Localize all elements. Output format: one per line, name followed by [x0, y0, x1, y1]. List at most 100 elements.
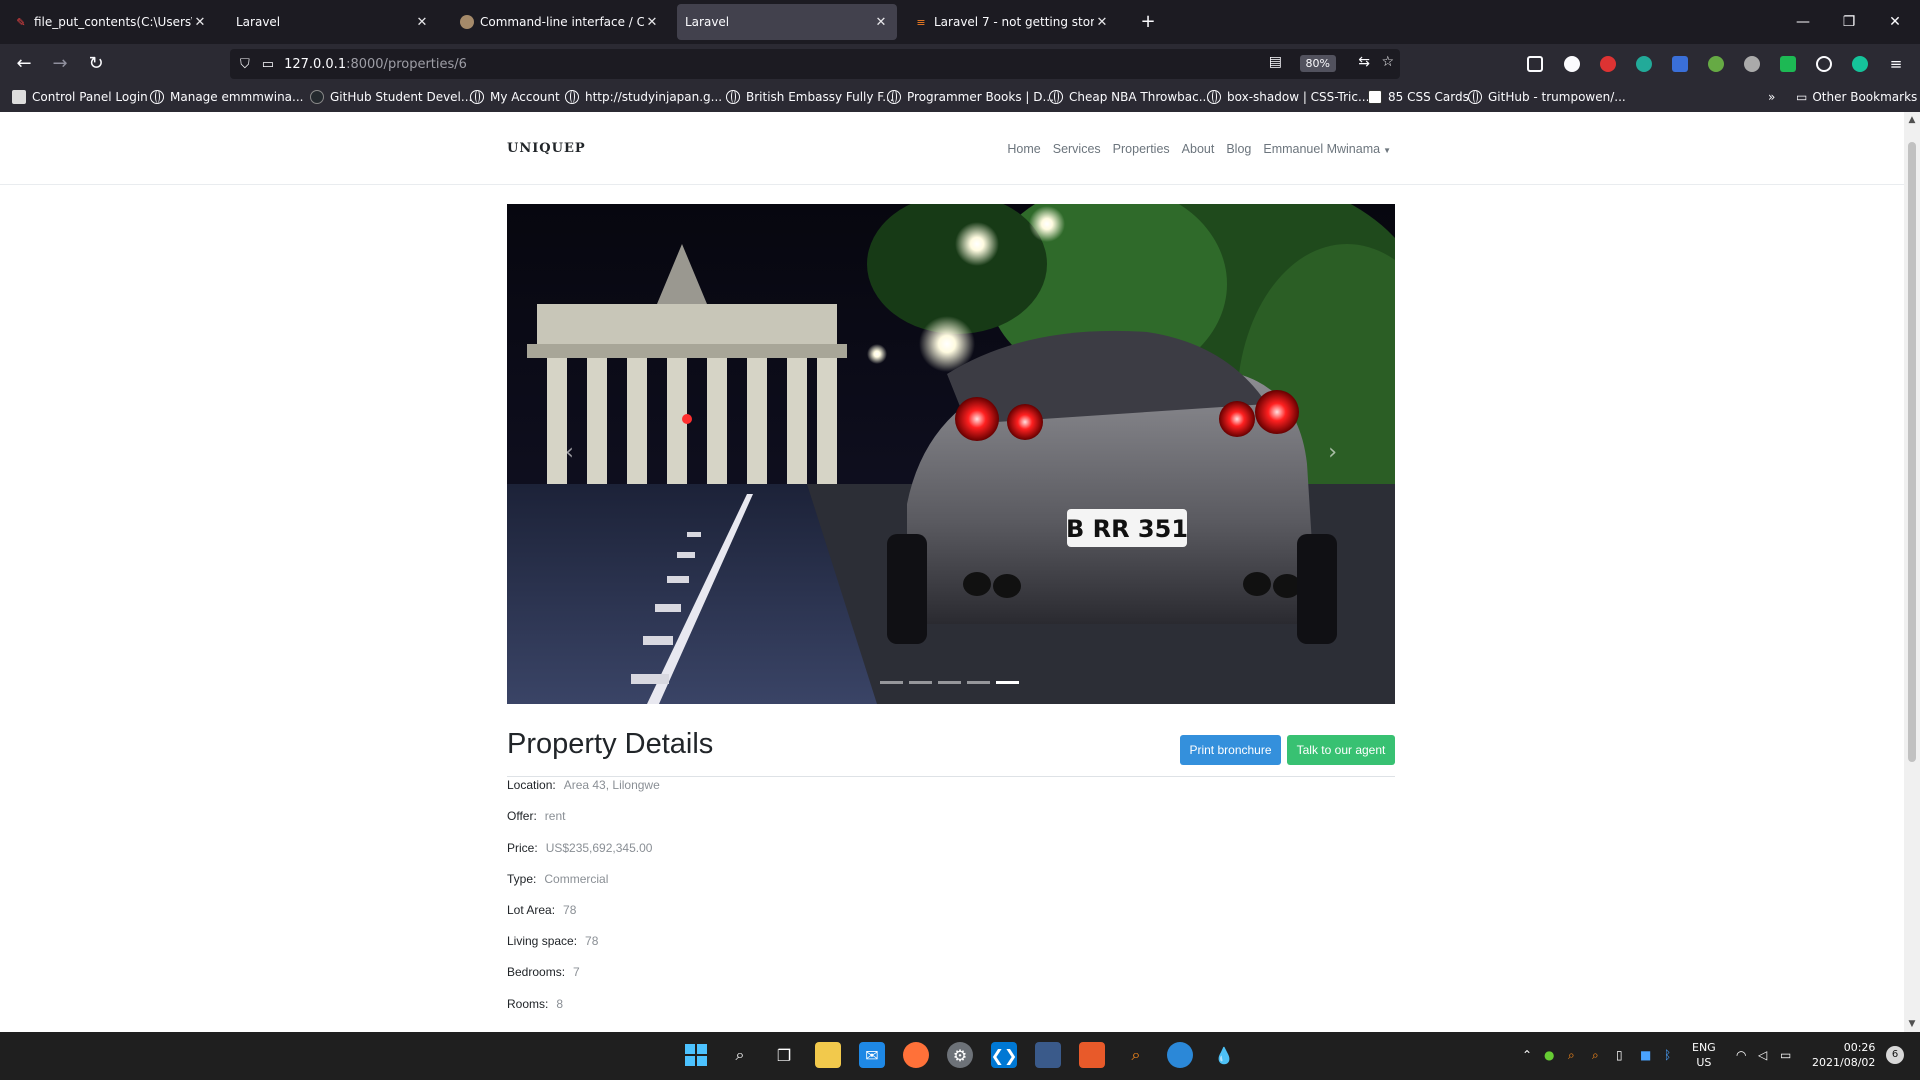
- bookmark-item[interactable]: http://studyinjapan.g...: [565, 90, 722, 104]
- droplet-icon[interactable]: 💧: [1211, 1042, 1237, 1068]
- bookmark-item[interactable]: My Account: [470, 90, 560, 104]
- close-icon[interactable]: ✕: [414, 15, 430, 30]
- close-icon[interactable]: ✕: [192, 15, 208, 30]
- nav-home[interactable]: Home: [1007, 142, 1040, 156]
- carousel-indicator[interactable]: [880, 681, 903, 684]
- mega-extension-icon[interactable]: [1564, 56, 1580, 72]
- nav-about[interactable]: About: [1182, 142, 1215, 156]
- carousel-prev-icon[interactable]: ‹: [565, 440, 574, 465]
- bookmarks-overflow-icon[interactable]: »: [1768, 90, 1775, 104]
- close-window-button[interactable]: ✕: [1872, 10, 1918, 34]
- bookmark-star-icon[interactable]: ☆: [1381, 54, 1394, 70]
- tray-search-icon[interactable]: ⌕: [1568, 1048, 1575, 1063]
- reader-view-icon[interactable]: ▤: [1269, 54, 1282, 70]
- bookmark-item[interactable]: Control Panel Login: [12, 90, 148, 104]
- scroll-down-icon[interactable]: ▼: [1904, 1016, 1920, 1032]
- battery-icon[interactable]: ▭: [1780, 1048, 1791, 1062]
- carousel-indicator[interactable]: [967, 681, 990, 684]
- edge-icon[interactable]: [1167, 1042, 1193, 1068]
- property-image-carousel[interactable]: B RR 351 ‹ ›: [507, 204, 1395, 704]
- bookmark-item[interactable]: 85 CSS Cards: [1368, 90, 1469, 104]
- extension-edge-icon[interactable]: [1708, 56, 1724, 72]
- app-red-icon[interactable]: [1079, 1042, 1105, 1068]
- nav-properties[interactable]: Properties: [1113, 142, 1170, 156]
- bookmark-item[interactable]: Programmer Books | D...: [887, 90, 1054, 104]
- carousel-indicators: [880, 681, 1019, 684]
- volume-icon[interactable]: ◁: [1758, 1048, 1767, 1062]
- bookmark-item[interactable]: box-shadow | CSS-Tric...: [1207, 90, 1369, 104]
- other-bookmarks[interactable]: ▭ Other Bookmarks: [1796, 90, 1917, 104]
- translate-extension-icon[interactable]: [1672, 56, 1688, 72]
- nav-blog[interactable]: Blog: [1226, 142, 1251, 156]
- zoom-badge[interactable]: 80%: [1299, 55, 1336, 72]
- tab-bar: ✎ file_put_contents(C:\Users\Dell\ ✕ Lar…: [0, 0, 1920, 44]
- tab-laravel-active[interactable]: Laravel ✕: [677, 4, 897, 40]
- settings-icon[interactable]: ⚙: [947, 1042, 973, 1068]
- pocket-icon[interactable]: [1527, 56, 1543, 72]
- talk-to-agent-button[interactable]: Talk to our agent: [1287, 735, 1395, 765]
- search-icon[interactable]: ⌕: [727, 1042, 753, 1068]
- new-tab-button[interactable]: +: [1136, 10, 1160, 34]
- bookmark-item[interactable]: Cheap NBA Throwbac...: [1049, 90, 1210, 104]
- bookmark-item[interactable]: GitHub Student Devel...: [310, 90, 472, 104]
- close-icon[interactable]: ✕: [1094, 15, 1110, 30]
- resource-monitor-icon[interactable]: [1035, 1042, 1061, 1068]
- extension-gray-icon[interactable]: [1744, 56, 1760, 72]
- tab-file-put-contents[interactable]: ✎ file_put_contents(C:\Users\Dell\ ✕: [6, 4, 216, 40]
- nav-user-dropdown[interactable]: Emmanuel Mwinama ▼: [1263, 142, 1391, 156]
- menu-icon[interactable]: ≡: [1884, 52, 1908, 76]
- pencil-icon: ✎: [16, 15, 26, 29]
- bookmark-item[interactable]: British Embassy Fully F...: [726, 90, 894, 104]
- scroll-thumb[interactable]: [1908, 142, 1916, 762]
- scroll-up-icon[interactable]: ▲: [1904, 112, 1920, 128]
- close-icon[interactable]: ✕: [873, 15, 889, 30]
- language-indicator[interactable]: ENG US: [1692, 1040, 1716, 1070]
- close-icon[interactable]: ✕: [644, 15, 660, 30]
- extension-gear-icon[interactable]: [1816, 56, 1832, 72]
- notification-badge[interactable]: 6: [1886, 1046, 1904, 1064]
- carousel-indicator[interactable]: [909, 681, 932, 684]
- minimize-button[interactable]: —: [1780, 10, 1826, 34]
- tray-overflow-icon[interactable]: ⌃: [1522, 1048, 1532, 1062]
- start-icon[interactable]: [683, 1042, 709, 1068]
- license-plate-text: B RR 351: [1066, 515, 1188, 543]
- tray-usb-icon[interactable]: ▯: [1616, 1048, 1623, 1062]
- search-orange-icon[interactable]: ⌕: [1123, 1042, 1149, 1068]
- vscode-icon[interactable]: ❮❯: [991, 1042, 1017, 1068]
- user-name: Emmanuel Mwinama: [1263, 142, 1381, 156]
- bookmark-item[interactable]: GitHub - trumpowen/...: [1468, 90, 1626, 104]
- print-brochure-button[interactable]: Print bronchure: [1180, 735, 1281, 765]
- wifi-icon[interactable]: ◠: [1736, 1048, 1746, 1062]
- translate-icon[interactable]: ⇆: [1358, 54, 1370, 70]
- firefox-icon[interactable]: [903, 1042, 929, 1068]
- globe-icon: [1468, 90, 1482, 104]
- extension-red-icon[interactable]: [1600, 56, 1616, 72]
- carousel-indicator-active[interactable]: [996, 681, 1019, 684]
- restore-button[interactable]: ❐: [1826, 10, 1872, 34]
- extension-shield-icon[interactable]: [1780, 56, 1796, 72]
- extension-green-icon[interactable]: [1636, 56, 1652, 72]
- task-view-icon[interactable]: ❐: [771, 1042, 797, 1068]
- tab-laravel-7-storage[interactable]: ≡ Laravel 7 - not getting storage i ✕: [906, 4, 1118, 40]
- tray-search-icon[interactable]: ⌕: [1592, 1048, 1599, 1063]
- tab-command-line[interactable]: Command-line interface / Com ✕: [452, 4, 668, 40]
- shield-icon[interactable]: ⛉: [240, 57, 250, 72]
- grammarly-icon[interactable]: [1852, 56, 1868, 72]
- tray-app-icon[interactable]: ●: [1544, 1048, 1554, 1062]
- bookmark-item[interactable]: Manage emmmwina...: [150, 90, 303, 104]
- file-explorer-icon[interactable]: [815, 1042, 841, 1068]
- nav-services[interactable]: Services: [1053, 142, 1101, 156]
- carousel-indicator[interactable]: [938, 681, 961, 684]
- clock[interactable]: 00:26 2021/08/02: [1812, 1040, 1875, 1070]
- reload-button[interactable]: ↻: [84, 52, 108, 76]
- url-bar[interactable]: ⛉ ▭ 127.0.0.1:8000/properties/6 ▤ 80% ⇆ …: [230, 49, 1400, 79]
- mail-icon[interactable]: ✉: [859, 1042, 885, 1068]
- tray-display-icon[interactable]: ■: [1640, 1048, 1651, 1062]
- tab-laravel-1[interactable]: Laravel ✕: [228, 4, 438, 40]
- site-brand[interactable]: UNIQUEP: [507, 141, 586, 156]
- bluetooth-icon[interactable]: ᛒ: [1664, 1048, 1671, 1062]
- page-scrollbar[interactable]: ▲ ▼: [1904, 112, 1920, 1032]
- back-button[interactable]: ←: [12, 52, 36, 76]
- carousel-next-icon[interactable]: ›: [1328, 440, 1337, 465]
- forward-button[interactable]: →: [48, 52, 72, 76]
